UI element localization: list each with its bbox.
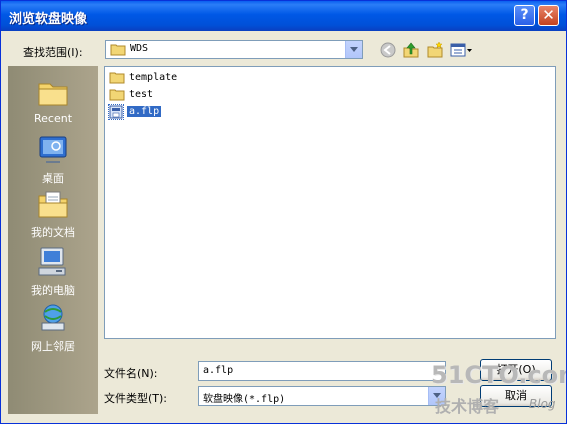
filetype-label: 文件类型(T): bbox=[104, 392, 168, 405]
close-button[interactable]: ✕ bbox=[538, 5, 559, 26]
place-recent[interactable]: Recent bbox=[8, 76, 98, 138]
watermark-subtitle: 技术博客 bbox=[435, 397, 500, 416]
lookin-dropdown-button[interactable] bbox=[345, 41, 362, 58]
help-button[interactable]: ? bbox=[514, 5, 535, 26]
up-folder-icon[interactable] bbox=[402, 41, 420, 59]
my-documents-icon bbox=[38, 191, 68, 218]
place-label: 我的电脑 bbox=[31, 284, 75, 297]
filetype-value: 软盘映像(*.flp) bbox=[203, 394, 286, 405]
back-arrow-icon[interactable] bbox=[379, 41, 397, 59]
folder-icon bbox=[109, 72, 125, 84]
place-label: 网上邻居 bbox=[31, 340, 75, 353]
folder-icon bbox=[110, 44, 126, 56]
network-places-icon bbox=[41, 304, 65, 331]
window-title: 浏览软盘映像 bbox=[9, 12, 88, 27]
file-icon bbox=[108, 104, 124, 120]
folder-icon bbox=[109, 89, 125, 101]
watermark: 51CTO.com 技术博客 Blog bbox=[429, 361, 566, 421]
help-icon: ? bbox=[520, 7, 529, 23]
file-name: template bbox=[129, 72, 178, 83]
lookin-label: 查找范围(I): bbox=[23, 46, 83, 59]
place-desktop[interactable]: 桌面 bbox=[8, 134, 98, 196]
lookin-combobox[interactable]: WDS bbox=[105, 40, 363, 59]
filename-value: a.flp bbox=[203, 365, 234, 376]
filename-label: 文件名(N): bbox=[104, 367, 158, 380]
filename-input[interactable]: a.flp bbox=[198, 361, 446, 381]
place-my-documents[interactable]: 我的文档 bbox=[8, 188, 98, 250]
place-my-computer[interactable]: 我的电脑 bbox=[8, 246, 98, 308]
place-label: 桌面 bbox=[42, 172, 64, 185]
file-dialog-window: 浏览软盘映像 ? ✕ 查找范围(I): WDS Recent 桌面 我的文档 我… bbox=[0, 0, 567, 424]
watermark-blog: Blog bbox=[529, 397, 556, 411]
my-computer-icon bbox=[38, 247, 66, 276]
lookin-value: WDS bbox=[130, 43, 149, 54]
recent-folder-icon bbox=[38, 83, 68, 106]
filetype-select[interactable]: 软盘映像(*.flp) bbox=[198, 386, 446, 406]
place-label: 我的文档 bbox=[31, 226, 75, 239]
places-bar: Recent 桌面 我的文档 我的电脑 网上邻居 bbox=[8, 66, 98, 414]
file-name: a.flp bbox=[127, 106, 162, 117]
watermark-site: 51CTO.com bbox=[431, 361, 566, 389]
place-label: Recent bbox=[33, 112, 73, 125]
close-icon: ✕ bbox=[542, 6, 555, 24]
desktop-icon bbox=[39, 136, 67, 163]
file-list[interactable]: template test a.flp bbox=[104, 66, 556, 339]
views-menu-icon[interactable] bbox=[450, 41, 474, 59]
place-network[interactable]: 网上邻居 bbox=[8, 302, 98, 364]
title-bar[interactable]: 浏览软盘映像 ? ✕ bbox=[1, 1, 566, 31]
new-folder-icon[interactable] bbox=[426, 41, 444, 59]
file-name: test bbox=[129, 89, 154, 100]
